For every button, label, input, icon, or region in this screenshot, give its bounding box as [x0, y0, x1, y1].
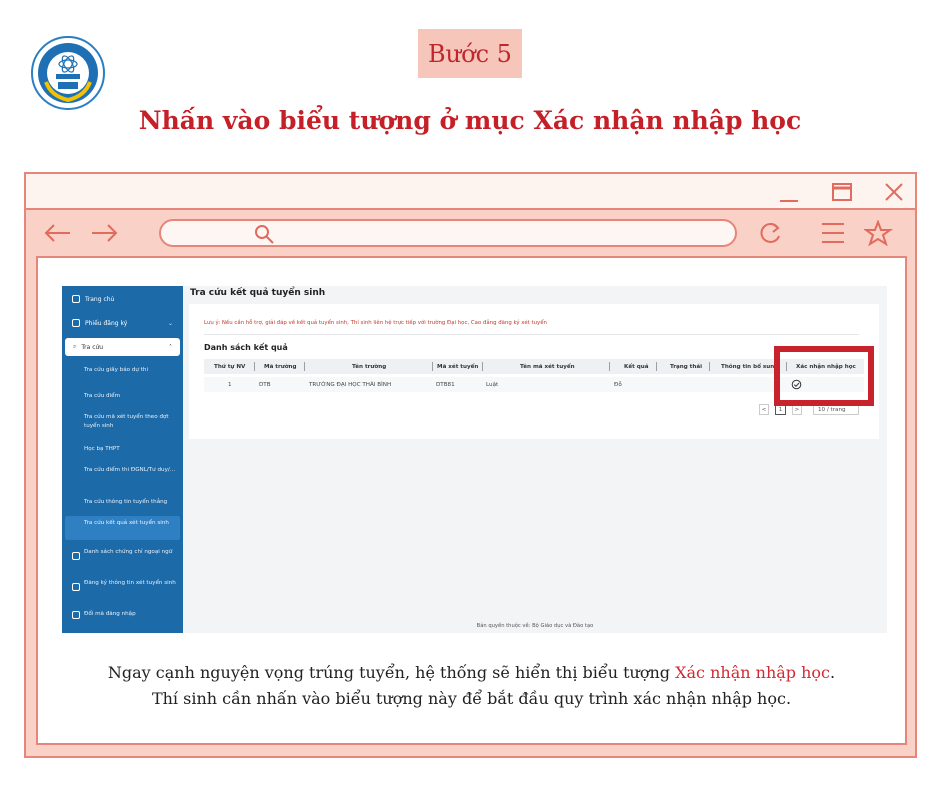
portal-page-title: Tra cứu kết quả tuyển sinh: [190, 288, 326, 298]
document-icon: [72, 319, 80, 327]
divider: [254, 362, 255, 371]
sidebar-item-home[interactable]: Trang chủ: [62, 292, 183, 306]
table-row: 1 DTB TRƯỜNG ĐẠI HỌC THÁI BÌNH DTB81 Luậ…: [204, 377, 864, 392]
maximize-icon[interactable]: [829, 179, 857, 207]
portal-screenshot: Trang chủ Phiếu đăng ký ⌄ ⌕ Tra cứu ˄ Tr…: [62, 286, 887, 633]
caption-text: .: [830, 663, 836, 682]
sidebar-subitem[interactable]: Tra cứu thông tin tuyển thẳng: [84, 498, 176, 507]
back-arrow-icon[interactable]: [42, 220, 74, 246]
portal-sidebar: Trang chủ Phiếu đăng ký ⌄ ⌕ Tra cứu ˄ Tr…: [62, 286, 183, 633]
search-icon: ⌕: [73, 343, 77, 350]
menu-icon[interactable]: [818, 220, 850, 246]
browser-toolbar: [26, 210, 915, 256]
address-bar[interactable]: [159, 219, 737, 247]
minimize-icon[interactable]: [776, 179, 804, 207]
caption-text: Ngay cạnh nguyện vọng trúng tuyển, hệ th…: [107, 663, 676, 682]
browser-window: Trang chủ Phiếu đăng ký ⌄ ⌕ Tra cứu ˄ Tr…: [24, 172, 917, 758]
star-icon[interactable]: [862, 219, 896, 247]
reload-icon[interactable]: [756, 220, 788, 246]
instruction-caption: Ngay cạnh nguyện vọng trúng tuyển, hệ th…: [38, 660, 905, 712]
sidebar-item-change-password[interactable]: Đổi mã đăng nhập: [84, 610, 176, 619]
close-icon[interactable]: [881, 179, 909, 207]
column-header: Mã xét tuyển: [437, 363, 479, 370]
sidebar-subitem-active[interactable]: Tra cứu kết quả xét tuyển sinh: [84, 519, 176, 528]
sidebar-item-certificates[interactable]: Danh sách chứng chỉ ngoại ngữ: [84, 548, 176, 557]
divider: [656, 362, 657, 371]
sidebar-item-label: Trang chủ: [85, 295, 115, 303]
pagination-prev[interactable]: <: [759, 404, 769, 415]
table-cell: Đỗ: [614, 381, 622, 388]
chevron-down-icon: ⌄: [167, 319, 173, 327]
table-cell: DTB: [259, 381, 271, 388]
search-icon: [253, 223, 277, 249]
confirm-column-highlight: [774, 346, 874, 406]
column-header: Mã trường: [264, 363, 297, 370]
column-header: Thông tin bổ sung: [721, 363, 779, 370]
settings-icon: [72, 611, 80, 619]
divider: [204, 334, 859, 335]
support-note: Lưu ý: Nếu cần hỗ trợ, giải đáp về kết q…: [204, 320, 547, 326]
sidebar-subitem[interactable]: Tra cứu điểm thi ĐGNL/Tư duy/...: [84, 466, 176, 475]
page-title: Nhấn vào biểu tượng ở mục Xác nhận nhập …: [138, 106, 802, 135]
university-logo-icon: [31, 36, 105, 110]
home-icon: [72, 295, 80, 303]
chevron-up-icon: ˄: [169, 343, 172, 351]
gear-icon: [72, 552, 80, 560]
sidebar-subitem[interactable]: Tra cứu điểm: [84, 392, 176, 401]
sidebar-item-registration[interactable]: Phiếu đăng ký ⌄: [62, 316, 183, 330]
caption-line-1: Ngay cạnh nguyện vọng trúng tuyển, hệ th…: [38, 660, 905, 686]
sidebar-subitem[interactable]: Học bạ THPT: [84, 445, 176, 454]
sidebar-subitem[interactable]: Tra cứu mã xét tuyển theo đợt tuyển sinh: [84, 413, 176, 431]
column-header: Trạng thái: [670, 363, 703, 370]
sidebar-item-label: Phiếu đăng ký: [85, 319, 128, 327]
browser-viewport: Trang chủ Phiếu đăng ký ⌄ ⌕ Tra cứu ˄ Tr…: [36, 256, 907, 745]
divider: [304, 362, 305, 371]
portal-footer: Bản quyền thuộc về: Bộ Giáo dục và Đào t…: [476, 623, 594, 629]
caption-line-2: Thí sinh cần nhấn vào biểu tượng này để …: [151, 689, 792, 708]
table-cell: TRƯỜNG ĐẠI HỌC THÁI BÌNH: [309, 381, 392, 388]
divider: [709, 362, 710, 371]
table-cell: 1: [228, 381, 232, 388]
table-cell: Luật: [486, 381, 499, 388]
column-header: Tên trường: [352, 363, 387, 370]
sidebar-item-lookup[interactable]: ⌕ Tra cứu ˄: [65, 338, 180, 356]
forward-arrow-icon[interactable]: [88, 220, 120, 246]
caption-highlight: Xác nhận nhập học: [675, 663, 831, 682]
table-cell: DTB81: [436, 381, 455, 388]
browser-titlebar: [26, 174, 915, 210]
divider: [609, 362, 610, 371]
step-badge: Bước 5: [418, 29, 522, 78]
table-header: Thứ tự NV Mã trường Tên trường Mã xét tu…: [204, 359, 864, 374]
divider: [482, 362, 483, 371]
column-header: Thứ tự NV: [214, 363, 246, 370]
column-header: Kết quả: [624, 363, 649, 370]
sidebar-item-label: Tra cứu: [81, 343, 104, 351]
edit-icon: [72, 583, 80, 591]
divider: [432, 362, 433, 371]
sidebar-subitem[interactable]: Tra cứu giấy báo dự thi: [84, 366, 176, 375]
sidebar-item-register-info[interactable]: Đăng ký thông tin xét tuyển sinh: [84, 579, 176, 588]
column-header: Tên mã xét tuyển: [520, 363, 575, 370]
results-list-title: Danh sách kết quả: [204, 343, 288, 352]
